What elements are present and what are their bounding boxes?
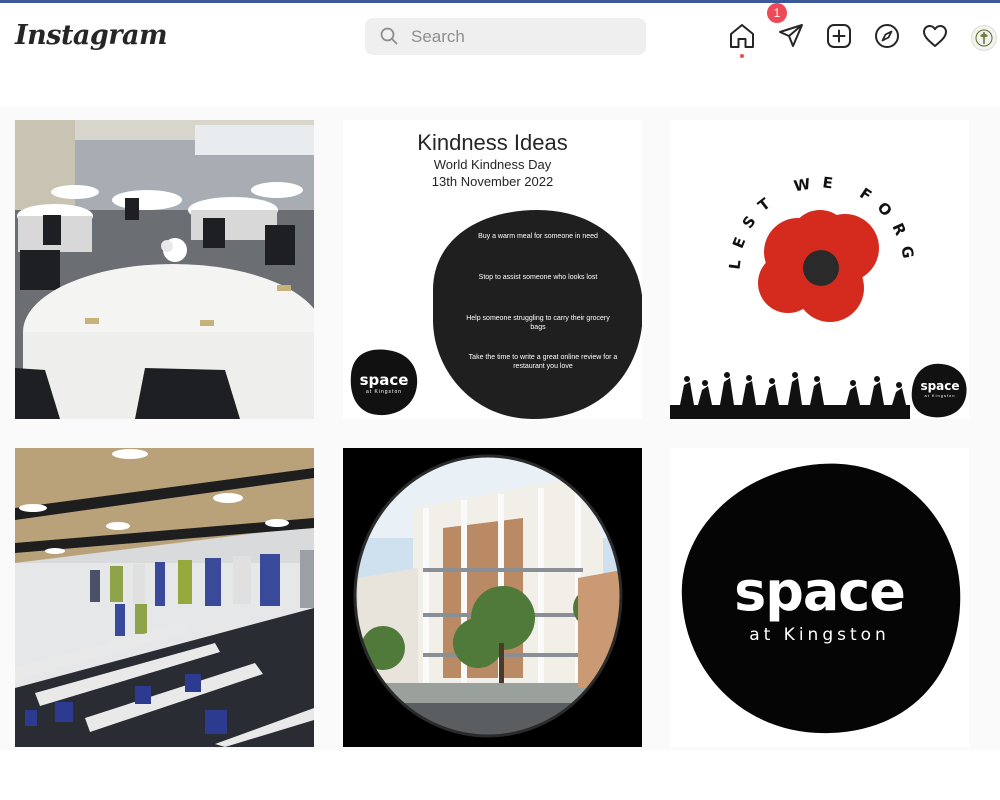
search-box[interactable] xyxy=(365,18,646,55)
lecture-room-photo xyxy=(15,448,314,747)
space-logo-subtitle: at Kingston xyxy=(749,625,890,645)
space-brand-mark: space at Kingston xyxy=(351,371,417,395)
space-logo-text: space xyxy=(734,560,906,623)
brand-name: space xyxy=(920,379,960,393)
new-post-button[interactable] xyxy=(825,22,853,50)
profile-avatar[interactable] xyxy=(971,25,997,51)
brand-subtitle: at Kingston xyxy=(365,389,403,395)
space-brand-mark: space at Kingston xyxy=(912,379,968,398)
post-grid: Kindness Ideas World Kindness Day 13th N… xyxy=(0,107,1000,750)
kindness-item: Help someone struggling to carry their g… xyxy=(466,315,610,331)
instagram-logo[interactable]: Instagram xyxy=(15,20,168,51)
paper-plane-icon xyxy=(779,24,803,47)
notification-badge: 1 xyxy=(767,3,787,23)
post-space-logo[interactable]: space at Kingston xyxy=(670,448,969,747)
compass-icon xyxy=(875,24,899,48)
home-icon xyxy=(730,24,754,48)
search-input[interactable] xyxy=(411,18,631,55)
post-building[interactable] xyxy=(343,448,642,747)
brand-name: space xyxy=(359,371,409,389)
direct-messages-button[interactable] xyxy=(777,22,805,50)
brand-subtitle: at Kingston xyxy=(924,393,956,398)
kindness-item: Stop to assist someone who looks lost xyxy=(478,274,598,281)
post-lest-we-forget[interactable]: LEST WE FORGET space at Kingston xyxy=(670,120,969,419)
tree-logo-icon xyxy=(975,29,993,47)
dining-room-photo xyxy=(15,120,314,419)
kindness-item: Buy a warm meal for someone in need xyxy=(478,233,598,240)
post-kindness-ideas[interactable]: Kindness Ideas World Kindness Day 13th N… xyxy=(343,120,642,419)
post-lecture-room[interactable] xyxy=(15,448,314,747)
lest-we-forget-arc: LEST WE FORGET xyxy=(670,120,919,271)
header: Instagram 1 xyxy=(0,3,1000,107)
plus-square-icon xyxy=(827,24,851,48)
post-dining-room[interactable] xyxy=(15,120,314,419)
svg-text:LEST WE FORGET: LEST WE FORGET xyxy=(670,120,919,271)
building-photo xyxy=(343,448,642,747)
search-icon xyxy=(380,27,398,50)
explore-button[interactable] xyxy=(873,22,901,50)
heart-icon xyxy=(923,25,947,47)
home-active-dot xyxy=(740,54,744,58)
kindness-item: Take the time to write a great online re… xyxy=(468,354,618,370)
home-button[interactable] xyxy=(728,22,756,58)
lest-we-forget-text: LEST WE FORGET xyxy=(670,120,908,271)
activity-button[interactable] xyxy=(921,22,949,50)
